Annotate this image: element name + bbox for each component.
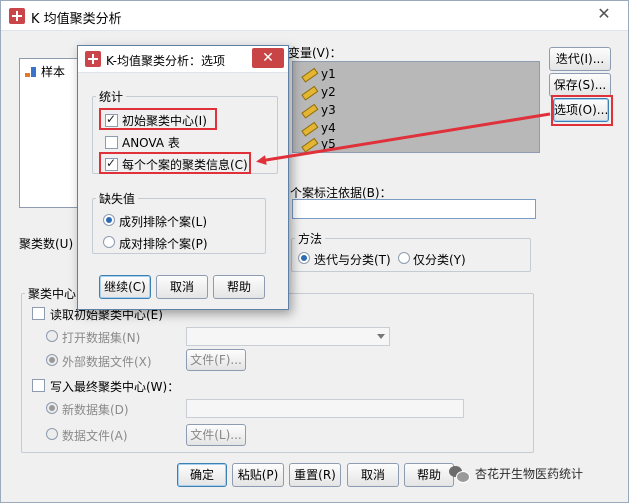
arrow-line: [256, 112, 551, 165]
annotation-arrow: [256, 112, 551, 165]
